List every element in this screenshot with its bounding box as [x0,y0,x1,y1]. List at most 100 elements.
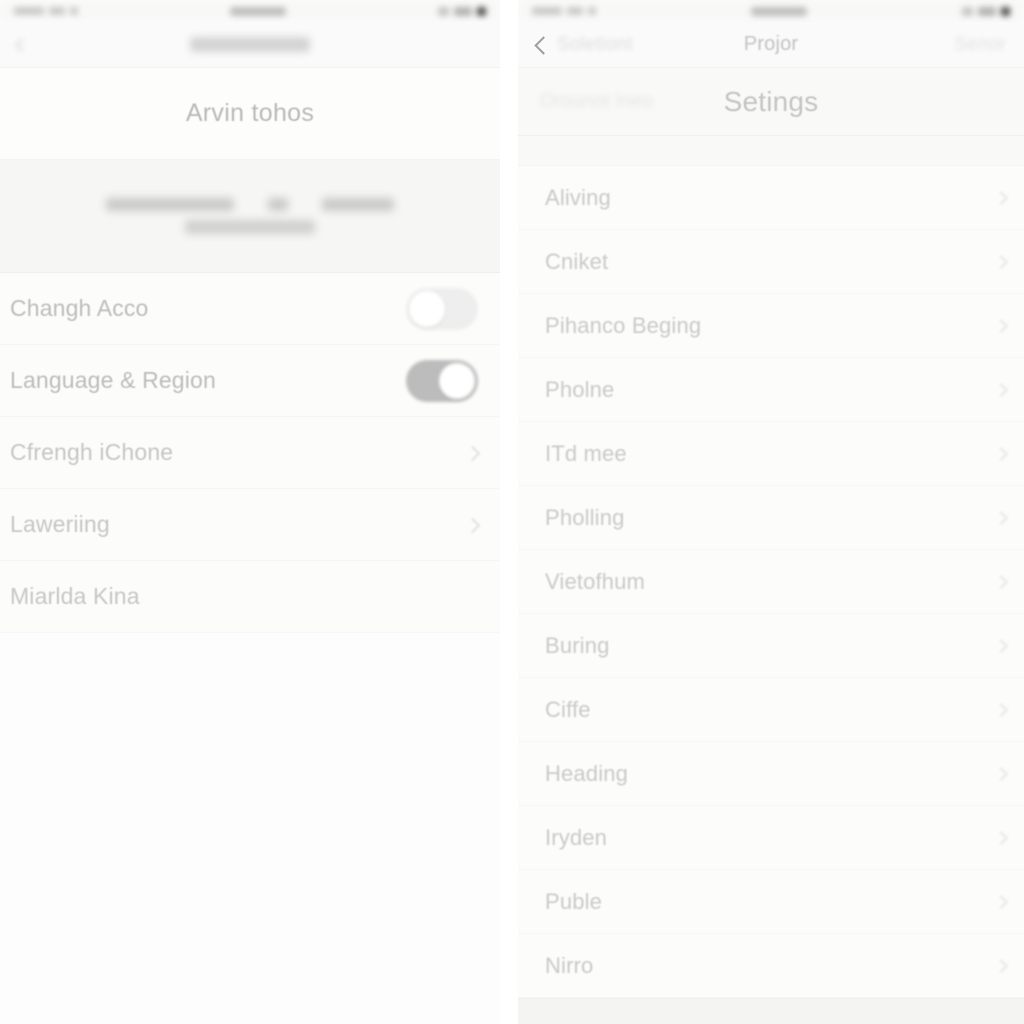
bluetooth-icon [962,6,973,16]
right-footer-bar [518,998,1024,1024]
header-spacer [518,136,1024,166]
right-status-battery-group [962,6,1010,16]
chevron-right-icon [995,253,1006,271]
chevron-right-icon [995,509,1006,527]
list-item-label: Buring [545,632,610,658]
list-item-label: Miarlda Kina [10,583,140,609]
list-item[interactable]: Ciffe [518,678,1024,742]
list-item-label: Pholne [545,376,615,402]
right-status-carrier-group [532,7,596,15]
list-item-label: Puble [545,888,603,914]
navbar-right-action[interactable]: Senor [954,34,1006,56]
left-subinfo-block [0,160,500,273]
chevron-right-icon [995,637,1006,655]
list-item[interactable]: Cniket [518,230,1024,294]
wifi-icon [70,7,78,15]
subinfo-caption [185,220,315,234]
signal-icon [49,7,65,15]
battery-fill-icon [477,6,486,16]
list-item[interactable]: Puble [518,870,1024,934]
list-item[interactable]: Vietofhum [518,550,1024,614]
dual-screenshot-canvas: Arvin tohos Changh Acco Language & Regio… [0,0,1024,1024]
list-item[interactable]: Language & Region [0,345,500,417]
left-phone-panel: Arvin tohos Changh Acco Language & Regio… [0,0,500,1024]
list-item[interactable]: Pholling [518,486,1024,550]
left-status-bar [0,0,500,22]
battery-icon [454,6,472,16]
chevron-right-icon [995,893,1006,911]
list-item-label: Laweriing [10,511,110,537]
subinfo-primary [106,198,234,211]
toggle-knob [439,362,475,399]
list-item-label: Heading [545,760,629,786]
carrier-name [14,7,44,15]
chevron-right-icon [995,573,1006,591]
chevron-right-icon [995,445,1006,463]
right-phone-panel: Soletiont Projor Senor Orounot Ineo Seti… [518,0,1024,1024]
account-name-title: Arvin tohos [185,99,315,127]
chevron-right-icon [995,957,1006,975]
toggle-switch-changh-acco[interactable] [406,287,478,330]
status-time [230,6,286,16]
list-item-label: Cfrengh iChone [10,439,174,465]
list-item-label: ITd mee [545,440,627,466]
list-item[interactable]: Heading [518,742,1024,806]
subinfo-secondary [322,198,394,211]
subinfo-middle [268,198,288,211]
bluetooth-icon [438,6,449,16]
list-item-label: Nirro [545,952,594,978]
list-item[interactable]: ITd mee [518,422,1024,486]
chevron-right-icon [995,317,1006,335]
list-item[interactable]: Cfrengh iChone [0,417,500,489]
left-back-chevron-icon[interactable] [14,38,24,52]
list-item[interactable]: Pholne [518,358,1024,422]
battery-icon [978,6,996,16]
list-item[interactable]: Changh Acco [0,273,500,345]
right-status-bar [518,0,1024,22]
chevron-right-icon [995,701,1006,719]
wifi-icon [588,7,596,15]
page-title: Setings [723,85,819,117]
navbar-title: Projor [743,33,799,55]
chevron-right-icon [995,381,1006,399]
list-item[interactable]: Nirro [518,934,1024,998]
toggle-switch-language-region[interactable] [406,359,478,402]
left-subinfo-row [106,198,394,211]
left-status-battery-group [438,6,486,16]
signal-icon [567,7,583,15]
list-item-label: Language & Region [10,367,216,393]
list-item[interactable]: Laweriing [0,489,500,561]
chevron-right-icon [995,189,1006,207]
list-item[interactable]: Aliving [518,166,1024,230]
status-time [751,6,807,16]
left-settings-list: Changh Acco Language & Region Cfrengh iC… [0,273,500,633]
list-item-label: Aliving [545,184,611,210]
battery-fill-icon [1001,6,1010,16]
list-item-label: Vietofhum [545,568,646,594]
panel-divider [500,0,518,1024]
chevron-right-icon [466,515,478,535]
list-item-label: Pihanco Beging [545,312,702,338]
chevron-right-icon [995,829,1006,847]
left-status-carrier-group [14,7,78,15]
chevron-right-icon [466,443,478,463]
toggle-knob [409,290,445,327]
list-item-label: Ciffe [545,696,591,722]
list-item-label: Changh Acco [10,295,149,321]
right-page-header: Orounot Ineo Setings [518,68,1024,136]
right-settings-list: Aliving Cniket Pihanco Beging Pholne ITd… [518,166,1024,998]
left-navigation-bar [0,22,500,68]
chevron-right-icon [995,765,1006,783]
list-item[interactable]: Iryden [518,806,1024,870]
list-item[interactable]: Pihanco Beging [518,294,1024,358]
list-item-label: Cniket [545,248,609,274]
list-item-label: Iryden [545,824,608,850]
left-hero-section: Arvin tohos [0,68,500,160]
left-empty-area [0,633,500,1024]
list-item[interactable]: Buring [518,614,1024,678]
right-navigation-bar: Soletiont Projor Senor [518,22,1024,68]
list-item[interactable]: Miarlda Kina [0,561,500,633]
carrier-name [532,7,562,15]
list-item-label: Pholling [545,504,625,530]
left-navbar-title [190,37,310,52]
